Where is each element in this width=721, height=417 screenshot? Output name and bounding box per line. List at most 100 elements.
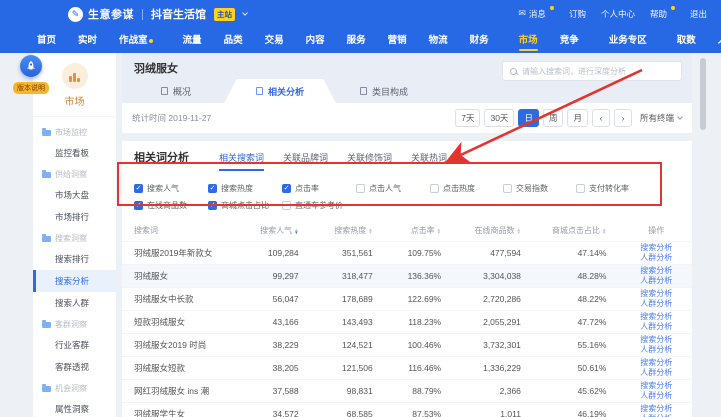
table-row[interactable]: 羽绒服女中长款56,047178,689122.69%2,720,28648.2… bbox=[122, 287, 692, 310]
keyword-search-input[interactable] bbox=[522, 67, 674, 76]
row-action-audience-analysis[interactable]: 人群分析 bbox=[626, 253, 686, 263]
scrollbar-thumb[interactable] bbox=[700, 58, 706, 130]
keyword-search-box[interactable] bbox=[502, 61, 682, 81]
metric-checkbox-ztc-reference-price[interactable]: 直通车参考价 bbox=[282, 200, 356, 211]
nav-item-traffic[interactable]: 流量 bbox=[172, 28, 213, 53]
row-action-search-analysis[interactable]: 搜索分析 bbox=[626, 358, 686, 368]
sort-icon[interactable]: ▲▼ bbox=[368, 228, 372, 235]
nav-item-market[interactable]: 市场 bbox=[508, 28, 549, 53]
table-row[interactable]: 羽绒服女2019 时尚38,229124,521100.46%3,732,301… bbox=[122, 333, 692, 356]
nav-item-competition[interactable]: 竞争 bbox=[549, 28, 590, 53]
tab-overview[interactable]: 概况 bbox=[128, 79, 224, 103]
nav-item-logistics[interactable]: 物流 bbox=[418, 28, 459, 53]
sidebar-group-2[interactable]: 搜索洞察 bbox=[33, 228, 116, 248]
table-row[interactable]: 羽绒服女短款38,205121,506116.46%1,336,22950.61… bbox=[122, 356, 692, 379]
sidebar-item-attribute-insight[interactable]: 属性洞察 bbox=[33, 398, 116, 417]
nav-item-category[interactable]: 品类 bbox=[213, 28, 254, 53]
period-button-7d[interactable]: 7天 bbox=[455, 109, 480, 127]
row-action-audience-analysis[interactable]: 人群分析 bbox=[626, 368, 686, 378]
nav-item-business-zone[interactable]: 业务专区 bbox=[598, 28, 658, 53]
period-button-prev[interactable]: ‹ bbox=[592, 109, 610, 127]
row-action-search-analysis[interactable]: 搜索分析 bbox=[626, 243, 686, 253]
sidebar-item-market-overview[interactable]: 市场大盘 bbox=[33, 184, 116, 206]
row-action-search-analysis[interactable]: 搜索分析 bbox=[626, 289, 686, 299]
checkbox-unchecked-icon[interactable] bbox=[356, 184, 365, 193]
version-notice-button[interactable]: 版本说明 bbox=[8, 55, 54, 95]
nav-item-service[interactable]: 服务 bbox=[336, 28, 377, 53]
row-action-audience-analysis[interactable]: 人群分析 bbox=[626, 276, 686, 286]
column-header-3[interactable]: 点击率▲▼ bbox=[393, 221, 461, 241]
nav-item-war-room[interactable]: 作战室 bbox=[108, 28, 164, 53]
checkbox-checked-icon[interactable]: ✓ bbox=[208, 184, 217, 193]
row-action-search-analysis[interactable]: 搜索分析 bbox=[626, 404, 686, 414]
row-action-search-analysis[interactable]: 搜索分析 bbox=[626, 335, 686, 345]
analysis-tab-related-modifier-terms[interactable]: 关联修饰词 bbox=[347, 151, 392, 171]
row-action-search-analysis[interactable]: 搜索分析 bbox=[626, 266, 686, 276]
metric-checkbox-mall-click-share[interactable]: ✓商城点击占比 bbox=[208, 200, 282, 211]
metric-checkbox-payment-conversion[interactable]: 支付转化率 bbox=[576, 183, 649, 194]
table-row[interactable]: 短款羽绒服女43,166143,493118.23%2,055,29147.72… bbox=[122, 310, 692, 333]
checkbox-checked-icon[interactable]: ✓ bbox=[134, 201, 143, 210]
row-action-search-analysis[interactable]: 搜索分析 bbox=[626, 381, 686, 391]
sidebar-item-market-ranking[interactable]: 市场排行 bbox=[33, 206, 116, 228]
nav-item-content[interactable]: 内容 bbox=[295, 28, 336, 53]
analysis-tab-related-brand-terms[interactable]: 关联品牌词 bbox=[283, 151, 328, 171]
checkbox-checked-icon[interactable]: ✓ bbox=[134, 184, 143, 193]
row-action-search-analysis[interactable]: 搜索分析 bbox=[626, 312, 686, 322]
metric-checkbox-search-popularity[interactable]: ✓搜索人气 bbox=[134, 183, 208, 194]
table-row[interactable]: 网红羽绒服女 ins 潮37,58898,83188.79%2,36645.62… bbox=[122, 379, 692, 402]
topbar-link-orders[interactable]: 订购 bbox=[569, 8, 586, 20]
metric-checkbox-click-popularity[interactable]: 点击人气 bbox=[356, 183, 430, 194]
metric-checkbox-click-heat[interactable]: 点击热度 bbox=[430, 183, 503, 194]
sidebar-group-0[interactable]: 市场监控 bbox=[33, 122, 116, 142]
topbar-link-logout[interactable]: 退出 bbox=[690, 8, 707, 20]
analysis-tab-related-search-terms[interactable]: 相关搜索词 bbox=[219, 151, 264, 171]
checkbox-checked-icon[interactable]: ✓ bbox=[208, 201, 217, 210]
column-header-1[interactable]: 搜索人气▲▼ bbox=[247, 221, 318, 241]
metric-checkbox-click-rate[interactable]: ✓点击率 bbox=[282, 183, 356, 194]
metric-checkbox-search-heat[interactable]: ✓搜索热度 bbox=[208, 183, 282, 194]
sidebar-group-4[interactable]: 机会洞察 bbox=[33, 378, 116, 398]
period-button-month[interactable]: 月 bbox=[567, 109, 588, 127]
row-action-audience-analysis[interactable]: 人群分析 bbox=[626, 322, 686, 332]
terminal-filter-dropdown[interactable]: 所有终端 bbox=[640, 112, 682, 124]
period-button-next[interactable]: › bbox=[614, 109, 632, 127]
row-action-audience-analysis[interactable]: 人群分析 bbox=[626, 345, 686, 355]
nav-item-audience-mgmt[interactable]: 人群管理 bbox=[707, 28, 721, 53]
period-button-day[interactable]: 日 bbox=[518, 109, 539, 127]
metric-checkbox-trade-index[interactable]: 交易指数 bbox=[503, 183, 576, 194]
topbar-link-profile[interactable]: 个人中心 bbox=[601, 8, 635, 20]
column-header-5[interactable]: 商城点击占比▲▼ bbox=[541, 221, 627, 241]
chevron-down-icon[interactable] bbox=[242, 10, 248, 16]
nav-item-marketing[interactable]: 营销 bbox=[377, 28, 418, 53]
table-row[interactable]: 羽绒服学生女34,57268,58587.53%1,01146.19%搜索分析人… bbox=[122, 402, 692, 417]
sort-icon[interactable]: ▲▼ bbox=[516, 228, 520, 235]
sidebar-item-monitor-board[interactable]: 监控看板 bbox=[33, 142, 116, 164]
nav-item-trade[interactable]: 交易 bbox=[254, 28, 295, 53]
column-header-2[interactable]: 搜索热度▲▼ bbox=[319, 221, 393, 241]
nav-item-finance[interactable]: 财务 bbox=[459, 28, 500, 53]
period-button-week[interactable]: 周 bbox=[543, 109, 564, 127]
brand[interactable]: ✎ 生意参谋 抖音生活馆 主站 bbox=[68, 6, 247, 22]
sidebar-group-3[interactable]: 客群洞察 bbox=[33, 314, 116, 334]
nav-item-data-extract[interactable]: 取数 bbox=[666, 28, 707, 53]
table-row[interactable]: 羽绒服女99,297318,477136.36%3,304,03848.28%搜… bbox=[122, 264, 692, 287]
checkbox-checked-icon[interactable]: ✓ bbox=[282, 184, 291, 193]
sidebar-group-1[interactable]: 供给洞察 bbox=[33, 164, 116, 184]
nav-item-realtime[interactable]: 实时 bbox=[67, 28, 108, 53]
sidebar-item-search-ranking[interactable]: 搜索排行 bbox=[33, 248, 116, 270]
metric-checkbox-online-products[interactable]: ✓在线商品数 bbox=[134, 200, 208, 211]
checkbox-unchecked-icon[interactable] bbox=[503, 184, 512, 193]
analysis-tab-related-hot-terms[interactable]: 关联热词 bbox=[411, 151, 447, 171]
topbar-link-messages[interactable]: ✉消息 bbox=[518, 8, 554, 20]
column-header-4[interactable]: 在线商品数▲▼ bbox=[461, 221, 541, 241]
checkbox-unchecked-icon[interactable] bbox=[576, 184, 585, 193]
sort-icon[interactable]: ▲▼ bbox=[602, 228, 606, 235]
row-action-audience-analysis[interactable]: 人群分析 bbox=[626, 391, 686, 401]
sort-icon[interactable]: ▲▼ bbox=[437, 228, 441, 235]
sidebar-item-audience-perspective[interactable]: 客群透视 bbox=[33, 356, 116, 378]
table-row[interactable]: 羽绒服2019年新款女109,284351,561109.75%477,5944… bbox=[122, 241, 692, 264]
checkbox-unchecked-icon[interactable] bbox=[282, 201, 291, 210]
tab-related-analysis[interactable]: 相关分析 bbox=[224, 79, 336, 103]
sort-icon[interactable]: ▲▼ bbox=[294, 228, 298, 235]
